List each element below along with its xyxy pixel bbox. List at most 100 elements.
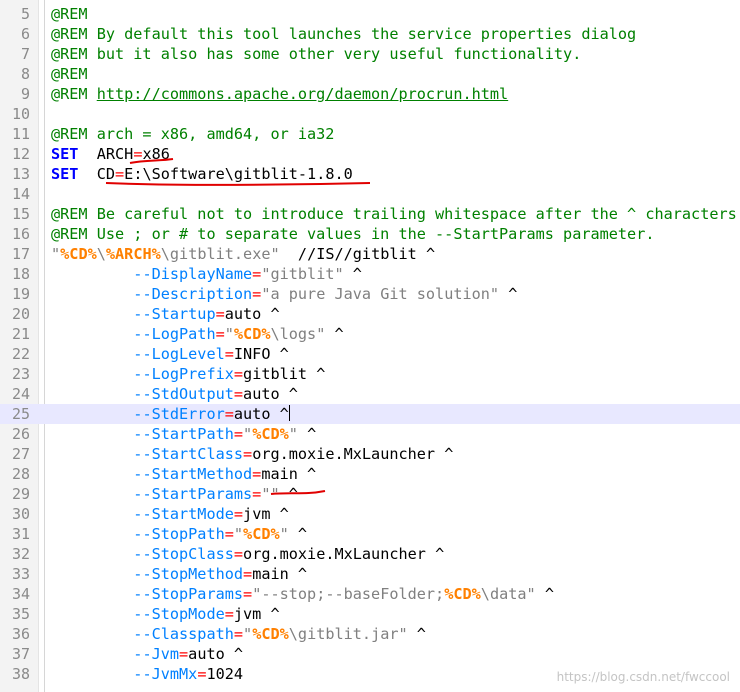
line-number: 6 (20, 25, 30, 43)
line-number: 24 (11, 385, 30, 403)
code-token: @REM (51, 85, 97, 103)
code-line[interactable]: 18 --DisplayName="gitblit" ^ (0, 264, 740, 284)
line-number: 28 (11, 465, 30, 483)
code-line[interactable]: 31 --StopPath="%CD%" ^ (0, 524, 740, 544)
code-text[interactable]: --LogPath="%CD%\logs" ^ (51, 324, 344, 344)
code-token: auto ^ (224, 305, 280, 323)
code-text[interactable]: @REM Use ; or # to separate values in th… (51, 224, 654, 244)
code-line[interactable]: 36 --Classpath="%CD%\gitblit.jar" ^ (0, 624, 740, 644)
code-token: ^ (297, 425, 317, 443)
code-line[interactable]: 11 @REM arch = x86, amd64, or ia32 (0, 124, 740, 144)
code-token: 1024 (206, 665, 244, 683)
code-line[interactable]: 20 --Startup=auto ^ (0, 304, 740, 324)
code-token: = (252, 265, 262, 283)
code-line[interactable]: 9 @REM http://commons.apache.org/daemon/p… (0, 84, 740, 104)
code-line[interactable]: 27 --StartClass=org.moxie.MxLauncher ^ (0, 444, 740, 464)
code-text[interactable]: @REM (51, 64, 88, 84)
code-line[interactable]: 23 --LogPrefix=gitblit ^ (0, 364, 740, 384)
code-text[interactable]: "%CD%\%ARCH%\gitblit.exe" //IS//gitblit … (51, 244, 435, 264)
line-number: 23 (11, 365, 30, 383)
code-token: "gitblit" (261, 265, 344, 283)
code-text[interactable]: --StopMode=jvm ^ (51, 604, 279, 624)
code-text[interactable]: --Description="a pure Java Git solution"… (51, 284, 517, 304)
code-text[interactable]: --StdError=auto ^ (51, 404, 290, 424)
code-text[interactable]: --Classpath="%CD%\gitblit.jar" ^ (51, 624, 426, 644)
line-number: 32 (11, 545, 30, 563)
code-text[interactable]: @REM Be careful not to introduce trailin… (51, 204, 740, 224)
code-text[interactable]: @REM but it also has some other very use… (51, 44, 581, 64)
code-token: %CD% (444, 585, 481, 603)
code-text[interactable]: --DisplayName="gitblit" ^ (51, 264, 362, 284)
code-text[interactable]: --LogLevel=INFO ^ (51, 344, 288, 364)
code-token: " (279, 525, 289, 543)
code-text[interactable]: --Jvm=auto ^ (51, 644, 243, 664)
code-line[interactable]: 25 --StdError=auto ^ (0, 404, 740, 424)
code-line[interactable]: 35 --StopMode=jvm ^ (0, 604, 740, 624)
code-text[interactable]: @REM http://commons.apache.org/daemon/pr… (51, 84, 508, 104)
code-token: SET (51, 165, 79, 183)
code-token: --Classpath (133, 625, 234, 643)
code-token: " (51, 245, 61, 263)
code-line[interactable]: 12 SET ARCH=x86 (0, 144, 740, 164)
code-editor[interactable]: 5 @REM 6 @REM By default this tool launches… (0, 0, 740, 692)
code-text[interactable]: --StopPath="%CD%" ^ (51, 524, 307, 544)
code-line[interactable]: 28 --StartMethod=main ^ (0, 464, 740, 484)
code-line[interactable]: 14 (0, 184, 740, 204)
code-text[interactable]: @REM By default this tool launches the s… (51, 24, 636, 44)
code-text[interactable]: --JvmMx=1024 (51, 664, 243, 684)
code-line[interactable]: 29 --StartParams="" ^ (0, 484, 740, 504)
code-text[interactable]: --StartClass=org.moxie.MxLauncher ^ (51, 444, 453, 464)
line-number: 14 (11, 185, 30, 203)
code-text[interactable]: --LogPrefix=gitblit ^ (51, 364, 325, 384)
code-line[interactable]: 34 --StopParams="--stop;--baseFolder;%CD… (0, 584, 740, 604)
code-text[interactable]: --StopParams="--stop;--baseFolder;%CD%\d… (51, 584, 554, 604)
code-token: --DisplayName (133, 265, 253, 283)
code-token: org.moxie.MxLauncher ^ (243, 545, 445, 563)
code-line[interactable]: 7 @REM but it also has some other very us… (0, 44, 740, 64)
code-line[interactable]: 22 --LogLevel=INFO ^ (0, 344, 740, 364)
code-line[interactable]: 19 --Description="a pure Java Git soluti… (0, 284, 740, 304)
code-token: ^ (325, 325, 344, 343)
code-line[interactable]: 33 --StopMethod=main ^ (0, 564, 740, 584)
code-line[interactable]: 13 SET CD=E:\Software\gitblit-1.8.0 (0, 164, 740, 184)
code-token: main ^ (252, 565, 308, 583)
code-text[interactable]: --StartMethod=main ^ (51, 464, 316, 484)
code-text[interactable]: @REM (51, 4, 88, 24)
code-text[interactable]: --StopMethod=main ^ (51, 564, 307, 584)
code-line[interactable]: 30 --StartMode=jvm ^ (0, 504, 740, 524)
line-number: 20 (11, 305, 30, 323)
code-line[interactable]: 8 @REM (0, 64, 740, 84)
code-token: "a pure Java Git solution" (261, 285, 500, 303)
code-text[interactable]: --StartMode=jvm ^ (51, 504, 288, 524)
code-text[interactable]: --StopClass=org.moxie.MxLauncher ^ (51, 544, 444, 564)
code-text[interactable]: --StdOutput=auto ^ (51, 384, 298, 404)
code-line[interactable]: 5 @REM (0, 4, 740, 24)
code-line[interactable]: 15 @REM Be careful not to introduce trail… (0, 204, 740, 224)
code-text[interactable]: --StartPath="%CD%" ^ (51, 424, 316, 444)
code-line[interactable]: 32 --StopClass=org.moxie.MxLauncher ^ (0, 544, 740, 564)
code-text[interactable]: --Startup=auto ^ (51, 304, 280, 324)
code-token: = (252, 285, 262, 303)
code-line[interactable]: 37 --Jvm=auto ^ (0, 644, 740, 664)
code-token: ^ (343, 265, 362, 283)
code-line[interactable]: 24 --StdOutput=auto ^ (0, 384, 740, 404)
code-text[interactable]: SET ARCH=x86 (51, 144, 170, 164)
code-line[interactable]: 21 --LogPath="%CD%\logs" ^ (0, 324, 740, 344)
code-line[interactable]: 6 @REM By default this tool launches the … (0, 24, 740, 44)
code-line[interactable]: 26 --StartPath="%CD%" ^ (0, 424, 740, 444)
code-text[interactable]: @REM arch = x86, amd64, or ia32 (51, 124, 334, 144)
code-text[interactable]: --StartParams="" ^ (51, 484, 298, 504)
code-text[interactable]: SET CD=E:\Software\gitblit-1.8.0 (51, 164, 353, 184)
line-number: 11 (11, 125, 30, 143)
code-token: " (243, 625, 253, 643)
code-line[interactable]: 10 (0, 104, 740, 124)
code-line[interactable]: 17 "%CD%\%ARCH%\gitblit.exe" //IS//gitbli… (0, 244, 740, 264)
code-line[interactable]: 16 @REM Use ; or # to separate values in … (0, 224, 740, 244)
code-token: @REM (51, 65, 88, 83)
code-token: = (243, 445, 253, 463)
code-token: x86 (142, 145, 170, 163)
